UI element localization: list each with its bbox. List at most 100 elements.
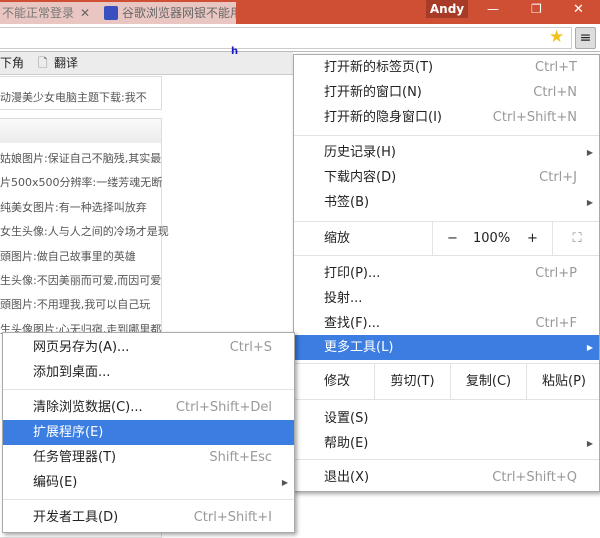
menu-item-new-tab[interactable]: 打开新的标签页(T) Ctrl+T [294, 55, 599, 80]
paw-icon [104, 6, 118, 20]
tab-title: 谷歌浏览器网银不能用了 [122, 6, 236, 20]
menu-item-exit[interactable]: 退出(X) Ctrl+Shift+Q [294, 465, 599, 490]
content-box: 动漫美少女电脑主题下载:我不 [0, 76, 162, 110]
divider [294, 363, 599, 364]
zoom-in-button[interactable]: + [527, 222, 538, 255]
label: 添加到桌面... [33, 365, 111, 380]
submenu-arrow-icon: ▶ [586, 439, 593, 448]
submenu-arrow-icon: ▶ [586, 148, 593, 157]
article-link[interactable]: 动漫美少女电脑主题下载:我不 [0, 89, 147, 105]
article-link[interactable]: 生头像:不因美丽而可爱,而因可爱 [0, 272, 161, 288]
label: 扩展程序(E) [33, 425, 104, 440]
shortcut: Ctrl+T [535, 60, 577, 75]
menu-icon[interactable]: ≡ [575, 27, 596, 49]
label: 退出(X) [324, 470, 370, 485]
title-bar: 不能正常登录 ✕ 谷歌浏览器网银不能用了 Andy — ❐ ✕ [0, 0, 600, 24]
zoom-level: 100% [473, 231, 511, 246]
divider [294, 255, 599, 256]
menu-item-new-window[interactable]: 打开新的窗口(N) Ctrl+N [294, 80, 599, 105]
more-tools-submenu: 网页另存为(A)... Ctrl+S 添加到桌面... 清除浏览数据(C)... C… [2, 332, 295, 533]
article-link[interactable]: 頭图片:不用理我,我可以自己玩 [0, 296, 150, 312]
label: 打开新的隐身窗口(I) [324, 110, 442, 125]
article-link[interactable]: 纯美女图片:有一种选择叫放弃 [0, 199, 147, 215]
label: 打开新的标签页(T) [324, 60, 434, 75]
submenu-item-clear-data[interactable]: 清除浏览数据(C)... Ctrl+Shift+Del [3, 395, 294, 420]
submenu-item-add-to-desktop[interactable]: 添加到桌面... [3, 360, 294, 385]
bookmark-item[interactable]: 下角 [0, 52, 24, 75]
submenu-arrow-icon: ▶ [586, 198, 593, 207]
shortcut: Ctrl+Shift+N [492, 110, 577, 125]
divider [294, 459, 599, 460]
menu-item-help[interactable]: 帮助(E) ▶ [294, 431, 599, 456]
tab-close-icon[interactable]: ✕ [80, 2, 90, 24]
submenu-item-save-page[interactable]: 网页另存为(A)... Ctrl+S [3, 335, 294, 360]
menu-item-cast[interactable]: 投射... [294, 286, 599, 311]
shortcut: Ctrl+F [535, 316, 577, 331]
submenu-item-extensions[interactable]: 扩展程序(E) [3, 420, 294, 445]
page-icon: 🗋 [38, 56, 48, 70]
menu-item-bookmarks[interactable]: 书签(B) ▶ [294, 190, 599, 215]
submenu-item-task-manager[interactable]: 任务管理器(T) Shift+Esc [3, 445, 294, 470]
menu-item-more-tools[interactable]: 更多工具(L) ▶ [294, 335, 599, 360]
label: 清除浏览数据(C)... [33, 400, 143, 415]
submenu-arrow-icon: ▶ [586, 343, 593, 352]
label: 书签(B) [324, 195, 370, 210]
toolbar: ★ ≡ [0, 24, 600, 52]
label: 设置(S) [324, 411, 369, 426]
label: 查找(F)... [324, 316, 381, 331]
shortcut: Ctrl+P [535, 266, 577, 281]
edit-row: 修改 剪切(T) 复制(C) 粘贴(P) [294, 364, 599, 399]
label: 编码(E) [33, 475, 78, 490]
article-link[interactable]: 姑娘图片:保证自己不脑残,其实最 [0, 150, 161, 166]
close-button[interactable]: ✕ [573, 2, 584, 17]
edit-label: 修改 [324, 374, 351, 389]
label: 历史记录(H) [324, 145, 396, 160]
submenu-item-encoding[interactable]: 编码(E) ▶ [3, 470, 294, 495]
label: 下载内容(D) [324, 170, 397, 185]
label: 打印(P)... [324, 266, 381, 281]
chrome-main-menu: 打开新的标签页(T) Ctrl+T 打开新的窗口(N) Ctrl+N 打开新的隐身窗… [293, 54, 600, 492]
zoom-out-button[interactable]: − [447, 222, 458, 255]
paste-button[interactable]: 粘贴(P) [526, 364, 600, 399]
cut-button[interactable]: 剪切(T) [374, 364, 450, 399]
minimize-button[interactable]: — [487, 2, 499, 16]
tab-2[interactable]: 谷歌浏览器网银不能用了 [100, 2, 236, 24]
profile-button[interactable]: Andy [426, 0, 468, 18]
zoom-controls: − 100% + [432, 222, 552, 255]
shortcut: Ctrl+S [229, 340, 272, 355]
bookmark-star-icon[interactable]: ★ [549, 27, 564, 47]
label: 任务管理器(T) [33, 450, 117, 465]
shortcut: Ctrl+J [539, 170, 577, 185]
copy-button[interactable]: 复制(C) [450, 364, 526, 399]
shortcut: Ctrl+Shift+Del [175, 400, 272, 415]
article-link[interactable]: 頭图片:做自己故事里的英雄 [0, 248, 136, 264]
address-bar[interactable] [0, 27, 572, 49]
fullscreen-icon[interactable]: ⛶ [552, 222, 600, 255]
label: 网页另存为(A)... [33, 340, 130, 355]
restore-button[interactable]: ❐ [531, 2, 542, 16]
article-link[interactable]: 片500x500分辨率:一缕芳魂无断 [0, 174, 162, 190]
box-header [0, 119, 161, 143]
submenu-arrow-icon: ▶ [281, 478, 288, 487]
menu-item-settings[interactable]: 设置(S) [294, 406, 599, 431]
zoom-label: 缩放 [324, 231, 351, 246]
label: 打开新的窗口(N) [324, 85, 422, 100]
divider [3, 499, 294, 500]
shortcut: Ctrl+N [533, 85, 577, 100]
menu-item-find[interactable]: 查找(F)... Ctrl+F [294, 311, 599, 336]
stray-text: h [231, 46, 239, 57]
label: 开发者工具(D) [33, 510, 119, 525]
tab-title: 不能正常登录 [2, 6, 75, 20]
tab-1[interactable]: 不能正常登录 ✕ [0, 2, 100, 24]
submenu-item-devtools[interactable]: 开发者工具(D) Ctrl+Shift+I [3, 505, 294, 530]
menu-item-incognito[interactable]: 打开新的隐身窗口(I) Ctrl+Shift+N [294, 105, 599, 130]
menu-item-downloads[interactable]: 下载内容(D) Ctrl+J [294, 165, 599, 190]
divider [294, 399, 599, 400]
bookmark-item[interactable]: 翻译 [54, 52, 78, 75]
divider [294, 135, 599, 136]
menu-item-print[interactable]: 打印(P)... Ctrl+P [294, 261, 599, 286]
article-link[interactable]: 女生头像:人与人之间的冷场才是现 [0, 223, 169, 239]
shortcut: Ctrl+Shift+Q [492, 470, 577, 485]
menu-item-history[interactable]: 历史记录(H) ▶ [294, 140, 599, 165]
label: 更多工具(L) [324, 340, 394, 355]
